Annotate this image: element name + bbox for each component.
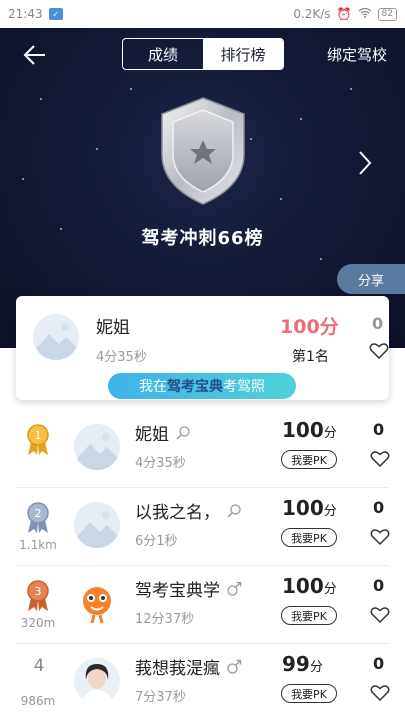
list-item[interactable]: 2 1.1km 以我之名， 6分1秒 100分 我要PK 0	[0, 488, 405, 566]
list-item[interactable]: 3 320m 驾考宝典学 12分37秒 100分 我要PK 0	[0, 566, 405, 644]
avatar	[74, 424, 120, 470]
wifi-icon	[358, 7, 372, 21]
distance: 1.1km	[19, 538, 57, 552]
user-name: 以我之名，	[135, 503, 220, 523]
promo-prefix: 我在	[139, 379, 167, 395]
avatar	[33, 314, 79, 360]
heart-icon[interactable]	[369, 342, 389, 360]
like-count: 0	[373, 420, 385, 439]
distance: 986m	[20, 694, 56, 708]
silver-medal-icon: 2	[26, 502, 50, 534]
score: 99分	[282, 652, 323, 676]
battery-indicator: 82	[377, 7, 397, 21]
board-title: 驾考冲刺66榜	[141, 228, 264, 249]
svg-text:1: 1	[35, 429, 42, 442]
my-rank: 第1名	[292, 349, 329, 365]
my-name: 妮姐	[96, 318, 130, 338]
heart-icon[interactable]	[370, 606, 390, 624]
finish-time: 7分37秒	[135, 690, 186, 705]
finish-time: 12分37秒	[135, 612, 195, 627]
avatar	[74, 580, 120, 626]
score: 100分	[282, 418, 337, 442]
share-button[interactable]: 分享	[337, 264, 405, 294]
heart-icon[interactable]	[370, 684, 390, 702]
male-icon	[226, 581, 242, 597]
score: 100分	[282, 496, 337, 520]
top-nav: 成绩 排行榜 绑定驾校	[0, 36, 405, 72]
user-name: 妮姐	[135, 425, 169, 445]
shield-badge-icon	[158, 96, 248, 206]
bronze-medal-icon: 3	[26, 580, 50, 612]
segmented-tabs: 成绩 排行榜	[122, 38, 284, 70]
status-bar: 21:43 ✓ 0.2K/s ⏰ 82	[0, 0, 405, 28]
my-like-count: 0	[372, 314, 384, 333]
app-notification-icon: ✓	[48, 8, 63, 20]
chevron-right-icon[interactable]	[355, 148, 375, 178]
distance: 320m	[20, 616, 56, 630]
promo-brand: 驾考宝典	[167, 379, 223, 395]
my-score: 100分	[280, 316, 339, 338]
my-rank-card: 妮姐 4分35秒 100分 第1名 0 我在 驾考宝典 考驾照	[16, 296, 389, 400]
avatar	[74, 658, 120, 704]
avatar	[74, 502, 120, 548]
pk-button[interactable]: 我要PK	[281, 606, 337, 625]
tab-leaderboard[interactable]: 排行榜	[203, 39, 283, 69]
network-speed: 0.2K/s	[293, 7, 331, 21]
pk-button[interactable]: 我要PK	[281, 450, 337, 469]
svg-text:3: 3	[35, 585, 42, 598]
status-time: 21:43	[8, 7, 43, 21]
user-name: 驾考宝典学	[135, 581, 220, 601]
heart-icon[interactable]	[370, 528, 390, 546]
list-item[interactable]: 4 986m 莪想莪湜瘋 7分37秒 99分 我要PK 0	[0, 644, 405, 720]
score: 100分	[282, 574, 337, 598]
search-person-icon	[175, 425, 191, 441]
gold-medal-icon: 1	[26, 424, 50, 456]
pk-button[interactable]: 我要PK	[281, 684, 337, 703]
like-count: 0	[373, 498, 385, 517]
list-item[interactable]: 1 妮姐 4分35秒 100分 我要PK 0	[0, 410, 405, 488]
finish-time: 6分1秒	[135, 534, 178, 549]
rank-number: 4	[33, 656, 45, 676]
alarm-icon: ⏰	[336, 7, 352, 21]
bind-school-button[interactable]: 绑定驾校	[327, 44, 387, 65]
like-count: 0	[373, 654, 385, 673]
search-person-icon	[226, 503, 242, 519]
promo-suffix: 考驾照	[223, 379, 265, 395]
heart-icon[interactable]	[370, 450, 390, 468]
user-name: 莪想莪湜瘋	[135, 659, 220, 679]
promo-banner[interactable]: 我在 驾考宝典 考驾照	[108, 373, 296, 399]
finish-time: 4分35秒	[135, 456, 186, 471]
male-icon	[226, 659, 242, 675]
back-arrow-icon[interactable]	[20, 40, 50, 70]
like-count: 0	[373, 576, 385, 595]
svg-text:2: 2	[35, 507, 42, 520]
my-time: 4分35秒	[96, 350, 147, 365]
pk-button[interactable]: 我要PK	[281, 528, 337, 547]
tab-scores[interactable]: 成绩	[123, 39, 203, 69]
